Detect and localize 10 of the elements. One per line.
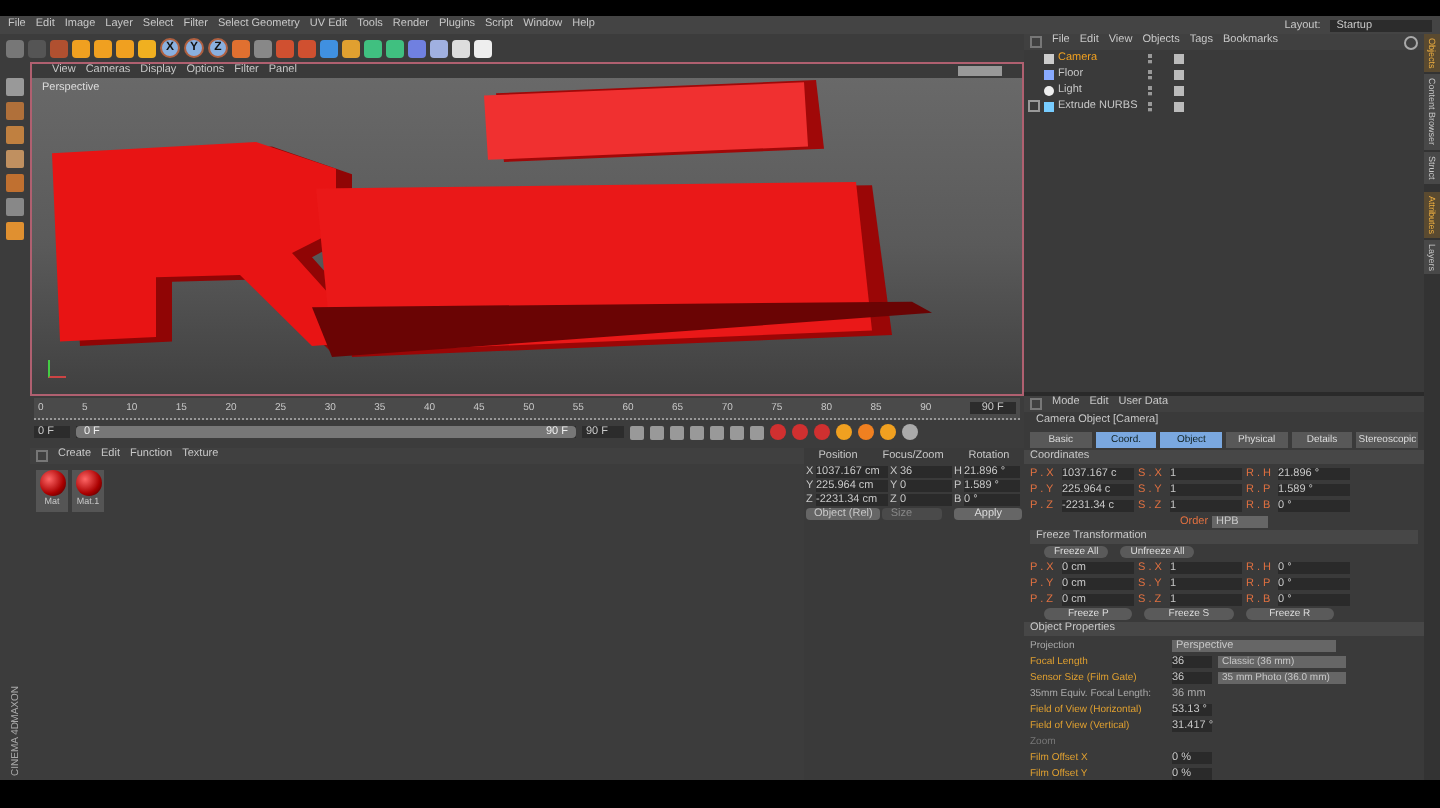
search-icon[interactable] [1404,35,1418,49]
light-object-icon [1044,85,1054,95]
panel-grip-icon [1030,398,1042,410]
camera-object-icon [1044,53,1054,63]
floor-object-icon [1044,69,1054,79]
panel-grip-icon [36,449,48,461]
expand-toggle-icon[interactable] [1028,100,1040,112]
panel-grip-icon [1030,36,1042,48]
extrude-object-icon [1044,101,1054,111]
axis-gizmo-icon [48,359,66,377]
